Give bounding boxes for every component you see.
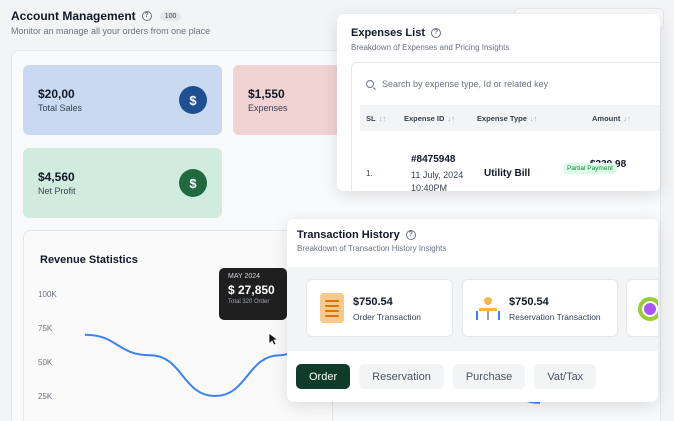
reservation-transaction-amount: $750.54: [509, 296, 549, 308]
receipt-icon: [320, 293, 344, 323]
expenses-list-header: Expenses List ?: [351, 27, 441, 39]
search-input[interactable]: Search by expense type, Id or related ke…: [382, 79, 548, 89]
row-sl: 1.: [366, 169, 373, 178]
info-icon[interactable]: ?: [405, 230, 416, 240]
tab-vat-tax[interactable]: Vat/Tax: [534, 364, 597, 389]
row-expense-id[interactable]: #8475948: [411, 154, 456, 165]
order-transaction-label: Order Transaction: [353, 312, 422, 322]
chart-tooltip: MAY 2024 $ 27,850 Total 320 Order: [219, 268, 287, 320]
info-icon[interactable]: ?: [430, 28, 441, 38]
transaction-history-title: Transaction History: [297, 229, 400, 241]
transaction-cards-row: $750.54 Order Transaction $750.54 Reserv…: [287, 267, 658, 351]
row-date: 11 July, 2024: [411, 170, 464, 180]
search-bar[interactable]: Search by expense type, Id or related ke…: [366, 79, 548, 89]
column-header-amount[interactable]: Amount ↓↑: [592, 114, 631, 123]
search-icon: [366, 80, 374, 88]
expenses-list-subtitle: Breakdown of Expenses and Pricing Insigh…: [351, 43, 510, 52]
refund-icon: [638, 297, 658, 321]
table-header: SL ↓↑ Expense ID ↓↑ Expense Type ↓↑ Amount ↓…: [360, 105, 660, 131]
transaction-history-subtitle: Breakdown of Transaction History Insight…: [297, 244, 447, 253]
column-header-expense-id[interactable]: Expense ID ↓↑: [404, 114, 455, 123]
row-expense-type: Utility Bill: [484, 168, 531, 179]
transaction-tabs: Order Reservation Purchase Vat/Tax: [296, 364, 597, 389]
transaction-history-header: Transaction History ?: [297, 229, 416, 241]
order-transaction-amount: $750.54: [353, 296, 393, 308]
mouse-cursor-icon: [268, 332, 278, 346]
tooltip-sub: Total 320 Order: [228, 299, 270, 305]
column-header-expense-type[interactable]: Expense Type ↓↑: [477, 114, 537, 123]
row-time: 10:40PM: [411, 183, 448, 191]
tooltip-value: $ 27,850: [228, 283, 275, 297]
tab-order[interactable]: Order: [296, 364, 351, 389]
reservation-transaction-card[interactable]: $750.54 Reservation Transaction: [462, 279, 618, 337]
column-header-sl[interactable]: SL ↓↑: [366, 114, 386, 123]
expenses-list-title: Expenses List: [351, 27, 425, 39]
tooltip-date: MAY 2024: [228, 273, 261, 280]
tab-purchase[interactable]: Purchase: [452, 364, 526, 389]
tab-reservation[interactable]: Reservation: [359, 364, 444, 389]
order-transaction-card[interactable]: $750.54 Order Transaction: [306, 279, 453, 337]
status-badge: Partial Payment: [563, 163, 617, 174]
reservation-transaction-label: Reservation Transaction: [509, 312, 601, 322]
transaction-history-panel: Transaction History ? Breakdown of Trans…: [287, 219, 658, 402]
transaction-card-partial[interactable]: [626, 279, 658, 337]
expenses-list-panel: Expenses List ? Breakdown of Expenses an…: [337, 14, 660, 191]
dining-table-icon: [476, 297, 500, 320]
